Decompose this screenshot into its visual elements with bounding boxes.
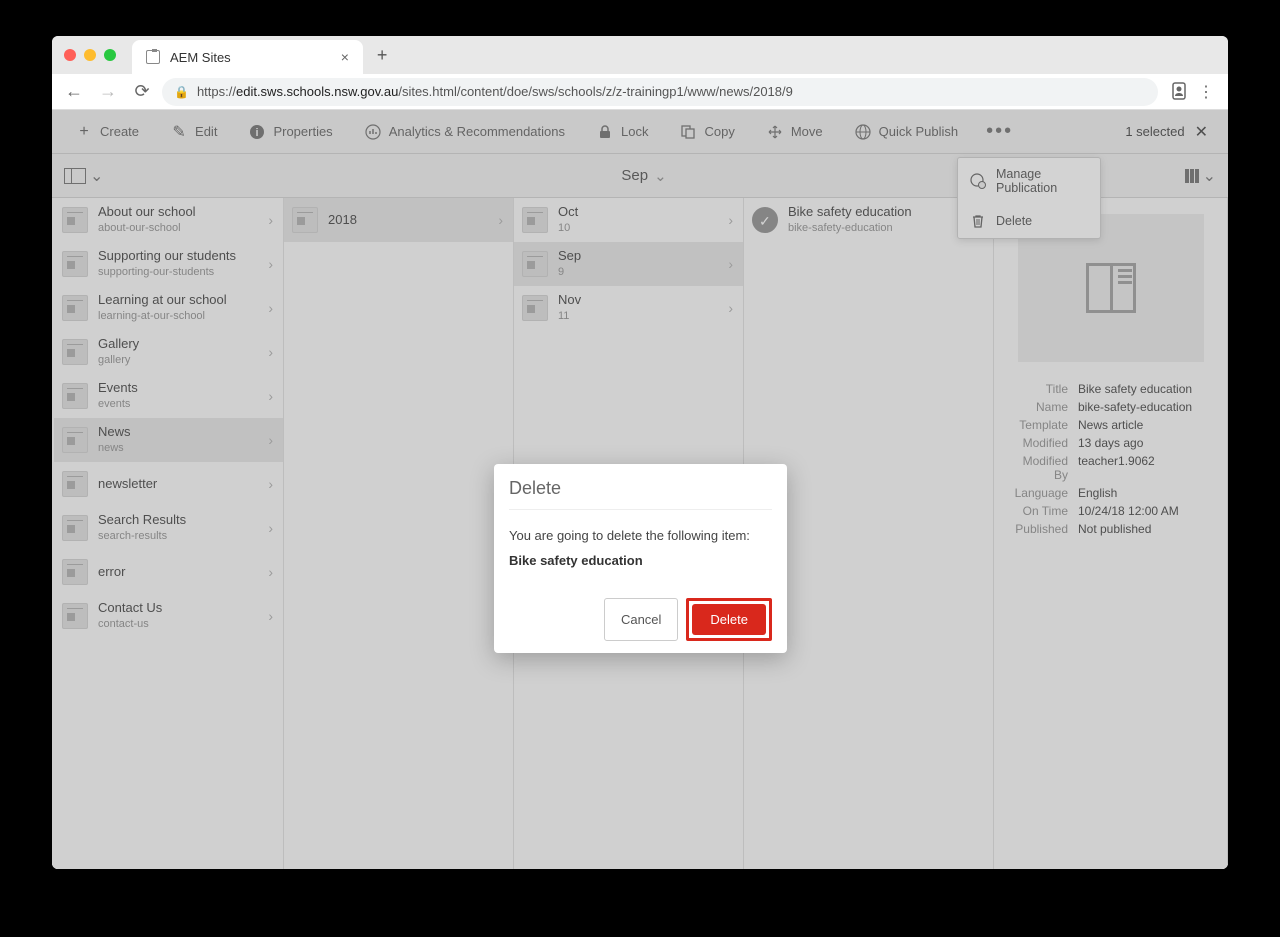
url-text: https://edit.sws.schools.nsw.gov.au/site… (197, 84, 793, 99)
url-bar: ← → ⟳ 🔒 https://edit.sws.schools.nsw.gov… (52, 74, 1228, 110)
titlebar: AEM Sites × + (52, 36, 1228, 74)
dialog-item-name: Bike safety education (509, 553, 772, 568)
back-button[interactable]: ← (60, 78, 88, 106)
reload-button[interactable]: ⟳ (128, 78, 156, 106)
browser-tab[interactable]: AEM Sites × (132, 40, 363, 74)
delete-dialog: Delete You are going to delete the follo… (494, 464, 787, 653)
delete-confirm-button[interactable]: Delete (692, 604, 766, 635)
tab-title: AEM Sites (170, 50, 231, 65)
dialog-title: Delete (509, 478, 772, 510)
browser-window: AEM Sites × + ← → ⟳ 🔒 https://edit.sws.s… (52, 36, 1228, 869)
maximize-window-button[interactable] (104, 49, 116, 61)
app-content: +Create ✎Edit iProperties Analytics & Re… (52, 110, 1228, 869)
delete-button-highlight: Delete (686, 598, 772, 641)
dialog-message: You are going to delete the following it… (509, 528, 772, 543)
new-tab-button[interactable]: + (363, 45, 402, 66)
profile-icon[interactable] (1170, 82, 1188, 102)
traffic-lights (64, 49, 116, 61)
cancel-button[interactable]: Cancel (604, 598, 678, 641)
page-icon (146, 50, 160, 64)
minimize-window-button[interactable] (84, 49, 96, 61)
dialog-actions: Cancel Delete (509, 598, 772, 641)
close-window-button[interactable] (64, 49, 76, 61)
menu-icon[interactable]: ⋮ (1198, 82, 1214, 102)
address-bar[interactable]: 🔒 https://edit.sws.schools.nsw.gov.au/si… (162, 78, 1158, 106)
lock-icon: 🔒 (174, 85, 189, 99)
forward-button[interactable]: → (94, 78, 122, 106)
close-tab-icon[interactable]: × (341, 49, 349, 65)
